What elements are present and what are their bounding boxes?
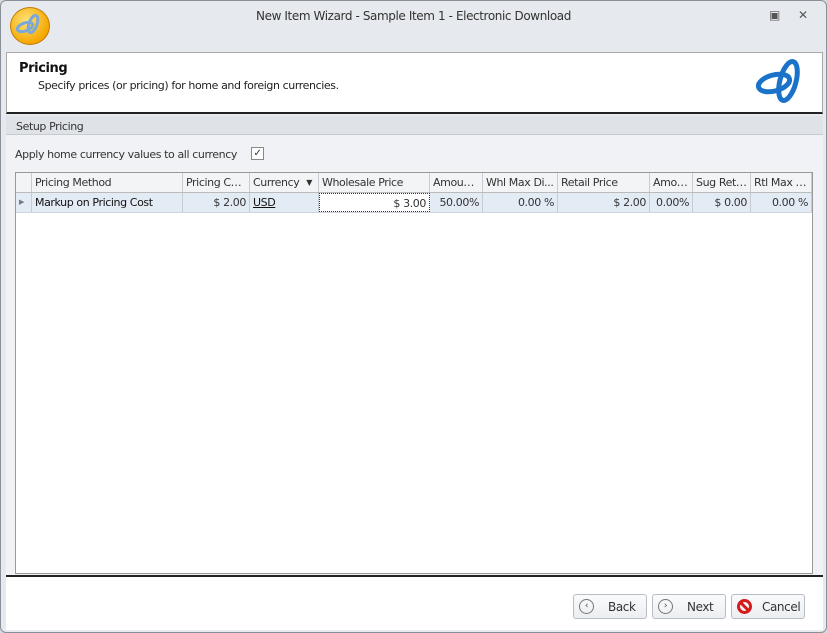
- brand-logo-icon: [755, 59, 800, 103]
- back-button[interactable]: ‹ Back: [573, 594, 647, 619]
- section-header: Setup Pricing: [6, 116, 823, 135]
- next-label: Next: [687, 599, 714, 614]
- restore-icon[interactable]: ▣: [769, 8, 780, 22]
- window-title: New Item Wizard - Sample Item 1 - Electr…: [256, 9, 571, 23]
- cell-amount[interactable]: 50.00%: [430, 193, 483, 212]
- cancel-button[interactable]: Cancel: [731, 594, 805, 619]
- cell-currency-link[interactable]: USD: [250, 193, 319, 212]
- cell-pricing-method[interactable]: Markup on Pricing Cost: [32, 193, 183, 212]
- back-label: Back: [608, 599, 636, 614]
- cell-sug-retail[interactable]: $ 0.00: [693, 193, 751, 212]
- col-pricing-cost[interactable]: Pricing Cost: [183, 173, 250, 192]
- row-indicator-icon: ▶: [16, 193, 32, 212]
- chevron-left-icon: ‹: [579, 599, 594, 614]
- cancel-label: Cancel: [762, 599, 801, 614]
- col-currency-label: Currency: [253, 176, 300, 189]
- sort-down-icon[interactable]: ▼: [306, 178, 312, 187]
- col-pricing-method[interactable]: Pricing Method: [32, 173, 183, 192]
- cell-rtl-max-discount[interactable]: 0.00 %: [751, 193, 812, 212]
- cell-pricing-cost[interactable]: $ 2.00: [183, 193, 250, 212]
- cell-amount-2[interactable]: 0.00%: [650, 193, 693, 212]
- close-icon[interactable]: ✕: [798, 8, 808, 22]
- wizard-window: New Item Wizard - Sample Item 1 - Electr…: [0, 0, 827, 633]
- col-wholesale-price[interactable]: Wholesale Price: [319, 173, 430, 192]
- next-button[interactable]: › Next: [652, 594, 726, 619]
- col-amount-2[interactable]: Amou...: [650, 173, 693, 192]
- col-retail-price[interactable]: Retail Price: [558, 173, 650, 192]
- apply-home-currency-label: Apply home currency values to all curren…: [15, 148, 237, 161]
- cell-wholesale-price-input[interactable]: $ 3.00: [319, 193, 430, 212]
- col-rtl-max-discount[interactable]: Rtl Max D...: [751, 173, 812, 192]
- cell-retail-price[interactable]: $ 2.00: [558, 193, 650, 212]
- cancel-icon: [737, 599, 752, 614]
- apply-home-currency-checkbox[interactable]: ✓: [251, 147, 264, 160]
- col-sug-retail[interactable]: Sug Reta...: [693, 173, 751, 192]
- cell-whl-max-discount[interactable]: 0.00 %: [483, 193, 558, 212]
- col-whl-max-discount[interactable]: Whl Max Di...: [483, 173, 558, 192]
- wizard-header: Pricing Specify prices (or pricing) for …: [6, 52, 823, 114]
- row-indicator-header: [16, 173, 32, 192]
- col-currency[interactable]: Currency ▼: [250, 173, 319, 192]
- page-title: Pricing: [19, 61, 68, 76]
- col-amount[interactable]: Amount ...: [430, 173, 483, 192]
- grid-header-row: Pricing Method Pricing Cost Currency ▼ Wh…: [16, 173, 812, 193]
- pricing-grid: Pricing Method Pricing Cost Currency ▼ Wh…: [15, 172, 813, 574]
- page-subtitle: Specify prices (or pricing) for home and…: [38, 79, 339, 92]
- table-row[interactable]: ▶ Markup on Pricing Cost $ 2.00 USD $ 3.…: [16, 193, 812, 213]
- chevron-right-icon: ›: [658, 599, 673, 614]
- wizard-footer: ‹ Back › Next Cancel: [6, 575, 823, 630]
